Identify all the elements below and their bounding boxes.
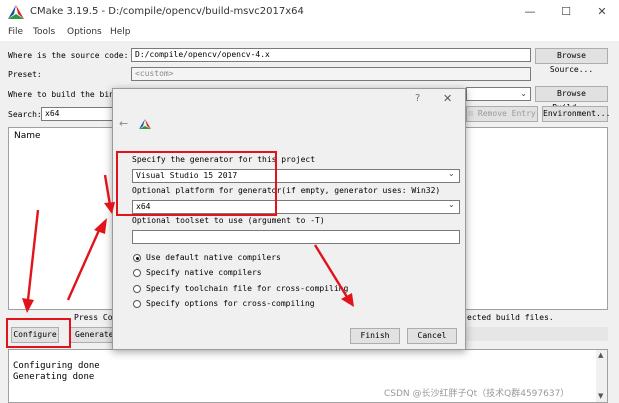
annotation-arrows — [22, 174, 354, 313]
arrow-to-dialog-top — [103, 174, 115, 214]
arrow-to-configure — [22, 209, 40, 313]
arrow-to-finish — [313, 244, 354, 307]
arrow-to-generator — [66, 218, 107, 301]
